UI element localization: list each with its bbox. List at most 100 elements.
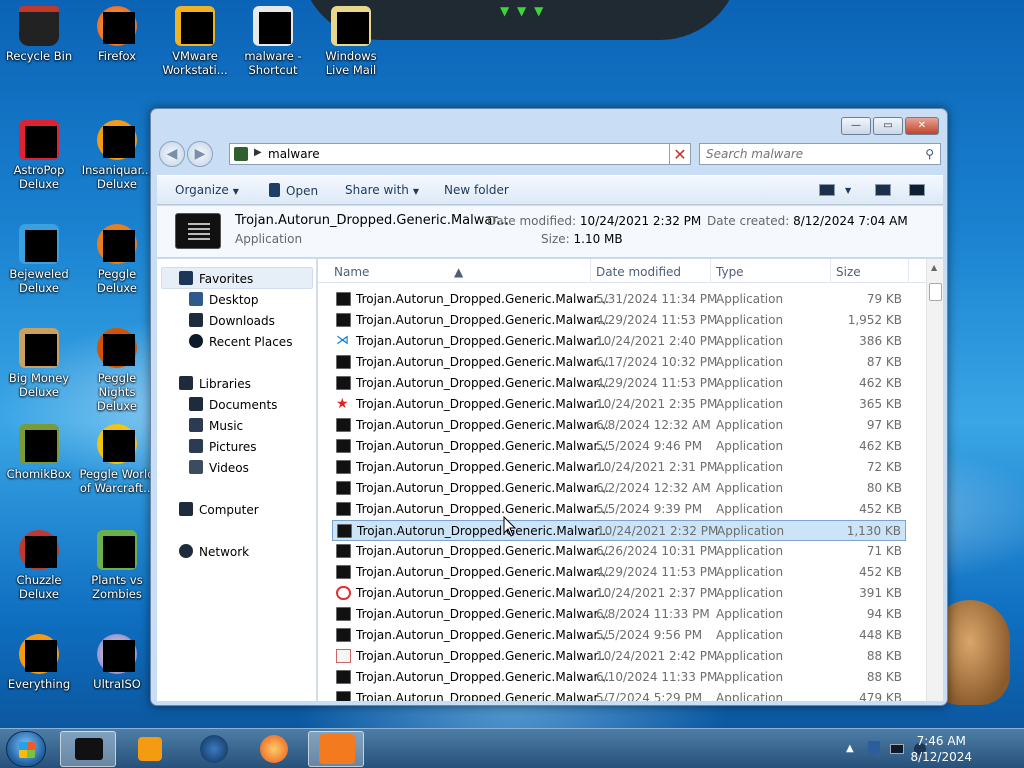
nav-recent-places[interactable]: Recent Places (189, 334, 292, 349)
forward-button[interactable]: ▶ (187, 141, 213, 167)
taskbar-avast[interactable] (308, 731, 364, 767)
nav-documents[interactable]: Documents (189, 397, 277, 412)
file-row[interactable]: Trojan.Autorun_Dropped.Generic.Malwar...… (332, 415, 906, 436)
close-button[interactable]: ✕ (905, 117, 939, 135)
open-button[interactable]: Open (269, 183, 318, 198)
network-tray-icon[interactable] (890, 744, 904, 754)
address-path[interactable]: malware (268, 147, 320, 161)
clock[interactable]: 7:46 AM 8/12/2024 (910, 733, 972, 765)
column-name[interactable]: Name (334, 265, 369, 279)
file-row[interactable]: Trojan.Autorun_Dropped.Generic.Malwar...… (332, 541, 906, 562)
shield-icon[interactable] (868, 741, 880, 755)
file-row[interactable]: Trojan.Autorun_Dropped.Generic.Malwar...… (332, 562, 906, 583)
back-button[interactable]: ◀ (159, 141, 185, 167)
minimize-button[interactable]: — (841, 117, 871, 135)
file-row[interactable]: ⋊ Trojan.Autorun_Dropped.Generic.Malwar..… (332, 331, 906, 352)
nav-label: Libraries (199, 377, 251, 391)
column-type[interactable]: Type (716, 265, 744, 279)
nav-favorites[interactable]: Favorites (179, 271, 253, 286)
file-row[interactable]: Trojan.Autorun_Dropped.Generic.Malwar...… (332, 688, 906, 701)
file-row[interactable]: Trojan.Autorun_Dropped.Generic.Malwar...… (332, 625, 906, 646)
address-bar[interactable]: ▶ malware ▼ (229, 143, 689, 165)
column-date-modified[interactable]: Date modified (596, 265, 681, 279)
desktop-icon-astropop[interactable]: AstroPop Deluxe (0, 120, 78, 191)
details-file-type: Application (235, 232, 303, 246)
preview-pane-icon[interactable] (875, 184, 891, 196)
nav-libraries[interactable]: Libraries (179, 376, 251, 391)
nav-label: Music (209, 419, 244, 433)
file-date-modified: 6/10/2024 11:33 PM (596, 670, 718, 684)
file-row[interactable]: Trojan.Autorun_Dropped.Generic.Malwar...… (332, 583, 906, 604)
file-date-modified: 10/24/2021 2:35 PM (596, 397, 718, 411)
file-row[interactable]: Trojan.Autorun_Dropped.Generic.Malwar...… (332, 667, 906, 688)
search-box[interactable]: ⚲ (699, 143, 941, 165)
desktop-icon-everything[interactable]: Everything (0, 634, 78, 691)
desktop-icon-vmware[interactable]: VMware Workstati... (156, 6, 234, 77)
desktop-icon-chuzzle[interactable]: Chuzzle Deluxe (0, 530, 78, 601)
file-row[interactable]: Trojan.Autorun_Dropped.Generic.Malwar...… (332, 373, 906, 394)
desktop-icon-insaniquarium[interactable]: Insaniquar... Deluxe (78, 120, 156, 191)
maximize-button[interactable]: ▭ (873, 117, 903, 135)
search-icon[interactable]: ⚲ (925, 147, 934, 161)
help-icon[interactable] (909, 184, 925, 196)
desktop-icon-recycle-bin[interactable]: Recycle Bin (0, 6, 78, 63)
start-button[interactable] (6, 731, 46, 767)
file-row[interactable]: Trojan.Autorun_Dropped.Generic.Malwar...… (332, 499, 906, 520)
desktop-icon-peggle[interactable]: Peggle Deluxe (78, 224, 156, 295)
share-with-button[interactable]: Share with ▼ (345, 183, 419, 197)
file-row[interactable]: Trojan.Autorun_Dropped.Generic.Malwar...… (332, 646, 906, 667)
breadcrumb-arrow-icon[interactable]: ▶ (254, 147, 262, 158)
desktop-icon-bejeweled[interactable]: Bejeweled Deluxe (0, 224, 78, 295)
taskbar-firefox[interactable] (246, 731, 302, 767)
documents-icon (189, 397, 203, 411)
vertical-scrollbar[interactable]: ▲ (926, 259, 943, 701)
desktop-icon-chomikbox[interactable]: ChomikBox (0, 424, 78, 481)
nav-computer[interactable]: Computer (179, 502, 259, 517)
desktop-icon-label: Peggle World of Warcraft... (79, 467, 155, 495)
desktop-icon-windows-live-mail[interactable]: Windows Live Mail (312, 6, 390, 77)
scroll-thumb[interactable] (929, 283, 942, 301)
view-dropdown-icon[interactable]: ▼ (845, 186, 851, 195)
desktop-icon-peggle-wow[interactable]: Peggle World of Warcraft... (78, 424, 156, 495)
desktop-icon-ultraiso[interactable]: UltraISO (78, 634, 156, 691)
desktop-icon-malware-shortcut[interactable]: malware - Shortcut (234, 6, 312, 77)
app-icon (269, 183, 280, 197)
desktop-icon-big-money[interactable]: Big Money Deluxe (0, 328, 78, 399)
nav-music[interactable]: Music (189, 418, 243, 433)
file-row[interactable]: Trojan.Autorun_Dropped.Generic.Malwar...… (332, 352, 906, 373)
file-type: Application (716, 481, 784, 495)
show-hidden-icons-icon[interactable]: ▲ (846, 743, 854, 754)
app-icon (336, 376, 351, 390)
file-row[interactable]: Trojan.Autorun_Dropped.Generic.Malwar...… (332, 436, 906, 457)
nav-network[interactable]: Network (179, 544, 249, 559)
organize-button[interactable]: Organize ▼ (175, 183, 239, 197)
desktop-icon-firefox[interactable]: Firefox (78, 6, 156, 63)
scroll-up-icon[interactable]: ▲ (931, 263, 937, 272)
taskbar-explorer[interactable] (60, 731, 116, 767)
file-row[interactable]: Trojan.Autorun_Dropped.Generic.Malwar...… (332, 289, 906, 310)
nav-pictures[interactable]: Pictures (189, 439, 257, 454)
nav-desktop[interactable]: Desktop (189, 292, 259, 307)
file-row[interactable]: Trojan.Autorun_Dropped.Generic.Malwar...… (332, 520, 906, 541)
nav-videos[interactable]: Videos (189, 460, 249, 475)
nav-label: Downloads (209, 314, 275, 328)
file-row[interactable]: Trojan.Autorun_Dropped.Generic.Malwar...… (332, 604, 906, 625)
system-tray: ▲ 7:46 AM 8/12/2024 (824, 729, 1024, 768)
file-row[interactable]: ★ Trojan.Autorun_Dropped.Generic.Malwar..… (332, 394, 906, 415)
desktop-icon-plants-vs-zombies[interactable]: Plants vs Zombies (78, 530, 156, 601)
stop-button[interactable]: ✕ (669, 143, 691, 165)
nav-downloads[interactable]: Downloads (189, 313, 275, 328)
desktop-icon-peggle-nights[interactable]: Peggle Nights Deluxe (78, 328, 156, 413)
taskbar-globe[interactable] (186, 731, 242, 767)
new-folder-button[interactable]: New folder (444, 183, 509, 197)
view-options-icon[interactable] (819, 184, 835, 196)
search-input[interactable] (700, 144, 910, 164)
chevron-down-icon: ▼ (232, 187, 239, 196)
details-pane: Trojan.Autorun_Dropped.Generic.Malwar...… (157, 206, 943, 258)
file-name: Trojan.Autorun_Dropped.Generic.Malwar... (356, 628, 609, 642)
file-row[interactable]: Trojan.Autorun_Dropped.Generic.Malwar...… (332, 457, 906, 478)
file-row[interactable]: Trojan.Autorun_Dropped.Generic.Malwar...… (332, 310, 906, 331)
taskbar-media-player[interactable] (122, 731, 178, 767)
file-row[interactable]: Trojan.Autorun_Dropped.Generic.Malwar...… (332, 478, 906, 499)
column-size[interactable]: Size (836, 265, 861, 279)
